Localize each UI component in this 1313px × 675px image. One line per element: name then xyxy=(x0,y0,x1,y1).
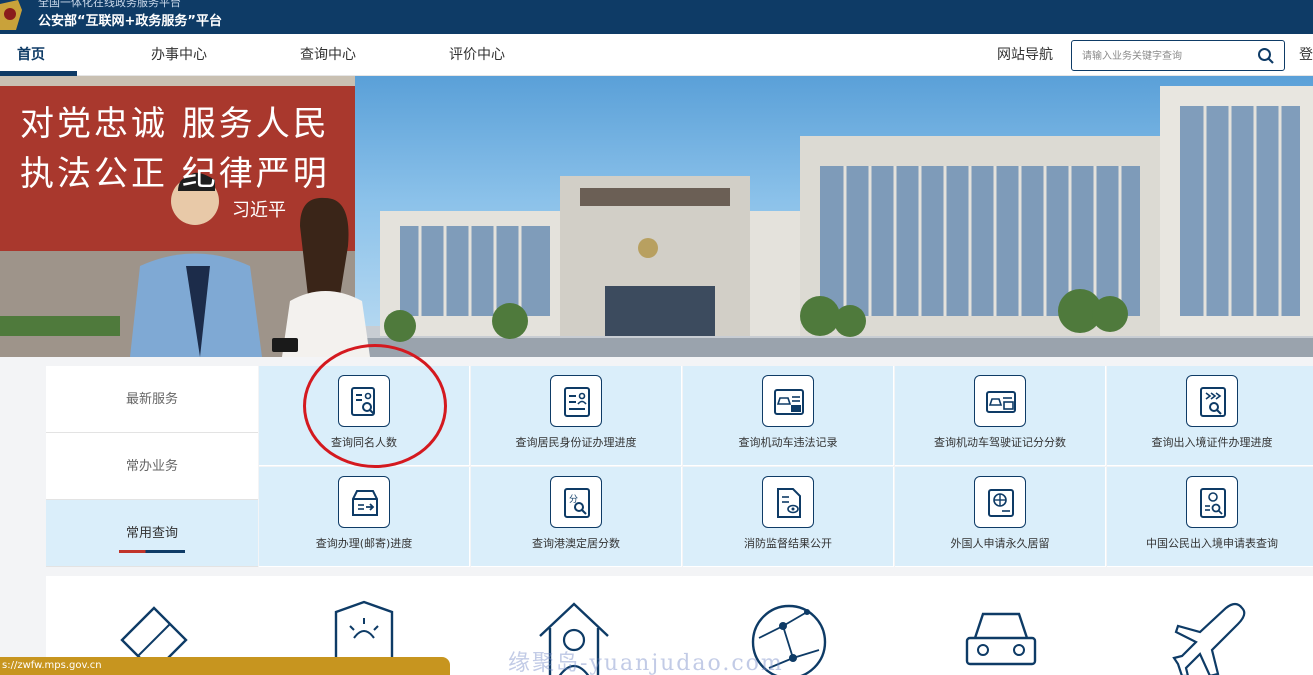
service-label: 查询出入境证件办理进度 xyxy=(1151,436,1273,449)
mail-progress-icon xyxy=(338,476,390,528)
exit-entry-icon xyxy=(1186,375,1238,427)
id-card-icon xyxy=(550,375,602,427)
service-item[interactable]: 外国人申请永久居留 xyxy=(895,467,1106,567)
nav-query-center[interactable]: 查询中心 xyxy=(300,34,356,76)
service-label: 外国人申请永久居留 xyxy=(950,537,1050,550)
service-category-tabs: 最新服务 常办业务 常用查询 xyxy=(46,366,258,567)
service-label: 查询居民身份证办理进度 xyxy=(515,436,637,449)
top-header-bar: 全国一体化在线政务服务平台 公安部“互联网+政务服务”平台 xyxy=(0,0,1313,34)
login-link[interactable]: 登 xyxy=(1299,34,1313,76)
platform-subtitle: 全国一体化在线政务服务平台 xyxy=(38,0,181,9)
search-box xyxy=(1071,40,1285,71)
tab-common-queries[interactable]: 常用查询 xyxy=(46,500,258,567)
nav-home[interactable]: 首页 xyxy=(17,34,45,76)
car-violation-icon xyxy=(762,375,814,427)
watermark-text: 缘聚岛-yuanjudao.com xyxy=(508,651,784,675)
site-navigation-link[interactable]: 网站导航 xyxy=(997,34,1053,76)
tab-common-business[interactable]: 常办业务 xyxy=(46,433,258,500)
hero-banner: 对党忠诚 服务人民 执法公正 纪律严明 习近平 xyxy=(0,76,1313,357)
search-icon[interactable] xyxy=(1257,47,1275,65)
service-label: 查询同名人数 xyxy=(331,436,397,449)
hk-macau-score-icon: 分 xyxy=(550,476,602,528)
banner-slogan-line2: 执法公正 纪律严明 xyxy=(20,154,330,194)
service-item[interactable]: 查询居民身份证办理进度 xyxy=(471,366,682,466)
car-icon[interactable] xyxy=(961,598,1041,675)
service-item[interactable]: 消防监督结果公开 xyxy=(683,467,894,567)
nav-evaluation-center[interactable]: 评价中心 xyxy=(449,34,505,76)
active-tab-indicator xyxy=(119,550,185,553)
service-item[interactable]: 查询同名人数 xyxy=(259,366,470,466)
service-item[interactable]: 查询出入境证件办理进度 xyxy=(1107,366,1313,466)
browser-status-url: s://zwfw.mps.gov.cn xyxy=(0,657,450,675)
service-label: 查询办理(邮寄)进度 xyxy=(315,537,413,550)
fire-supervision-icon xyxy=(762,476,814,528)
service-item[interactable]: 查询机动车违法记录 xyxy=(683,366,894,466)
service-item[interactable]: 分 查询港澳定居分数 xyxy=(471,467,682,567)
service-label: 消防监督结果公开 xyxy=(744,537,832,550)
license-points-icon xyxy=(974,375,1026,427)
police-emblem-icon xyxy=(0,0,22,30)
service-label: 中国公民出入境申请表查询 xyxy=(1146,537,1278,550)
service-item[interactable]: 查询办理(邮寄)进度 xyxy=(259,467,470,567)
service-label: 查询机动车违法记录 xyxy=(738,436,838,449)
service-label: 查询港澳定居分数 xyxy=(532,537,620,550)
service-label: 查询机动车驾驶证记分分数 xyxy=(934,436,1066,449)
tab-common-queries-label: 常用查询 xyxy=(125,526,178,541)
application-form-icon xyxy=(1186,476,1238,528)
airplane-icon[interactable] xyxy=(1172,598,1252,675)
platform-title[interactable]: 公安部“互联网+政务服务”平台 xyxy=(38,10,222,29)
foreigner-residence-icon xyxy=(974,476,1026,528)
service-item[interactable]: 中国公民出入境申请表查询 xyxy=(1107,467,1313,567)
service-grid: 查询同名人数 查询居民身份证办理进度 查询机动车违法记录 查询机动车驾驶证记分分… xyxy=(259,366,1313,567)
service-item[interactable]: 查询机动车驾驶证记分分数 xyxy=(895,366,1106,466)
nav-service-center[interactable]: 办事中心 xyxy=(151,34,207,76)
tab-latest-services[interactable]: 最新服务 xyxy=(46,366,258,433)
banner-signature: 习近平 xyxy=(232,200,286,221)
banner-slogan-line1: 对党忠诚 服务人民 xyxy=(20,104,330,144)
name-search-icon xyxy=(338,375,390,427)
search-input[interactable] xyxy=(1082,46,1247,66)
